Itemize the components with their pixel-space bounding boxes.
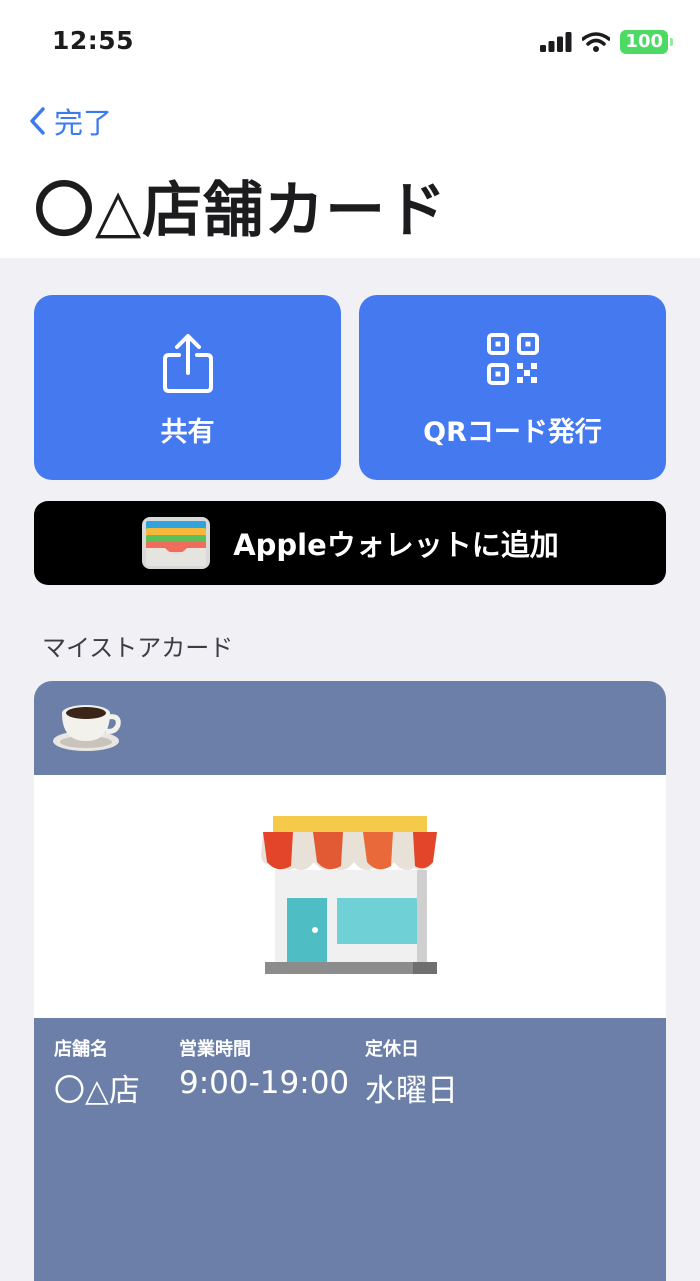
qr-code-label: QRコード発行 (423, 417, 602, 448)
wallet-label: Appleウォレットに追加 (233, 528, 559, 562)
card-image (34, 775, 666, 1018)
store-icon (261, 815, 437, 974)
section-label: マイストアカード (42, 634, 234, 662)
status-indicators: 100 (540, 30, 673, 54)
status-time: 12:55 (52, 26, 135, 55)
wifi-icon (582, 32, 611, 52)
qr-code-icon (486, 333, 539, 385)
share-button[interactable]: 共有 (34, 295, 341, 480)
battery-indicator: 100 (620, 30, 673, 54)
closed-day-label: 定休日 (365, 1039, 419, 1060)
store-name-label: 店舗名 (54, 1039, 108, 1060)
business-hours-label: 営業時間 (179, 1039, 251, 1060)
closed-day-value: 水曜日 (365, 1073, 458, 1109)
share-label: 共有 (160, 417, 215, 448)
top-area: 12:55 100 完了 〇△店舗カード (0, 0, 700, 258)
share-icon (162, 334, 213, 393)
store-name-field: 店舗名 〇△店 (54, 1035, 140, 1110)
coffee-cup-icon (53, 705, 121, 751)
store-card[interactable]: 店舗名 〇△店 営業時間 9:00-19:00 定休日 水曜日 (34, 681, 666, 1281)
add-to-wallet-button[interactable]: Appleウォレットに追加 (34, 501, 666, 585)
closed-day-field: 定休日 水曜日 (365, 1035, 458, 1110)
qr-code-button[interactable]: QRコード発行 (359, 295, 666, 480)
store-name-value: 〇△店 (54, 1073, 140, 1109)
back-button[interactable]: 完了 (28, 100, 112, 142)
chevron-left-icon (30, 107, 45, 135)
wallet-icon (142, 517, 211, 569)
business-hours-field: 営業時間 9:00-19:00 (179, 1035, 349, 1101)
page-title: 〇△店舗カード (34, 176, 448, 246)
card-header (34, 681, 666, 775)
signal-icon (540, 32, 572, 52)
business-hours-value: 9:00-19:00 (179, 1065, 350, 1101)
back-label: 完了 (54, 106, 113, 140)
